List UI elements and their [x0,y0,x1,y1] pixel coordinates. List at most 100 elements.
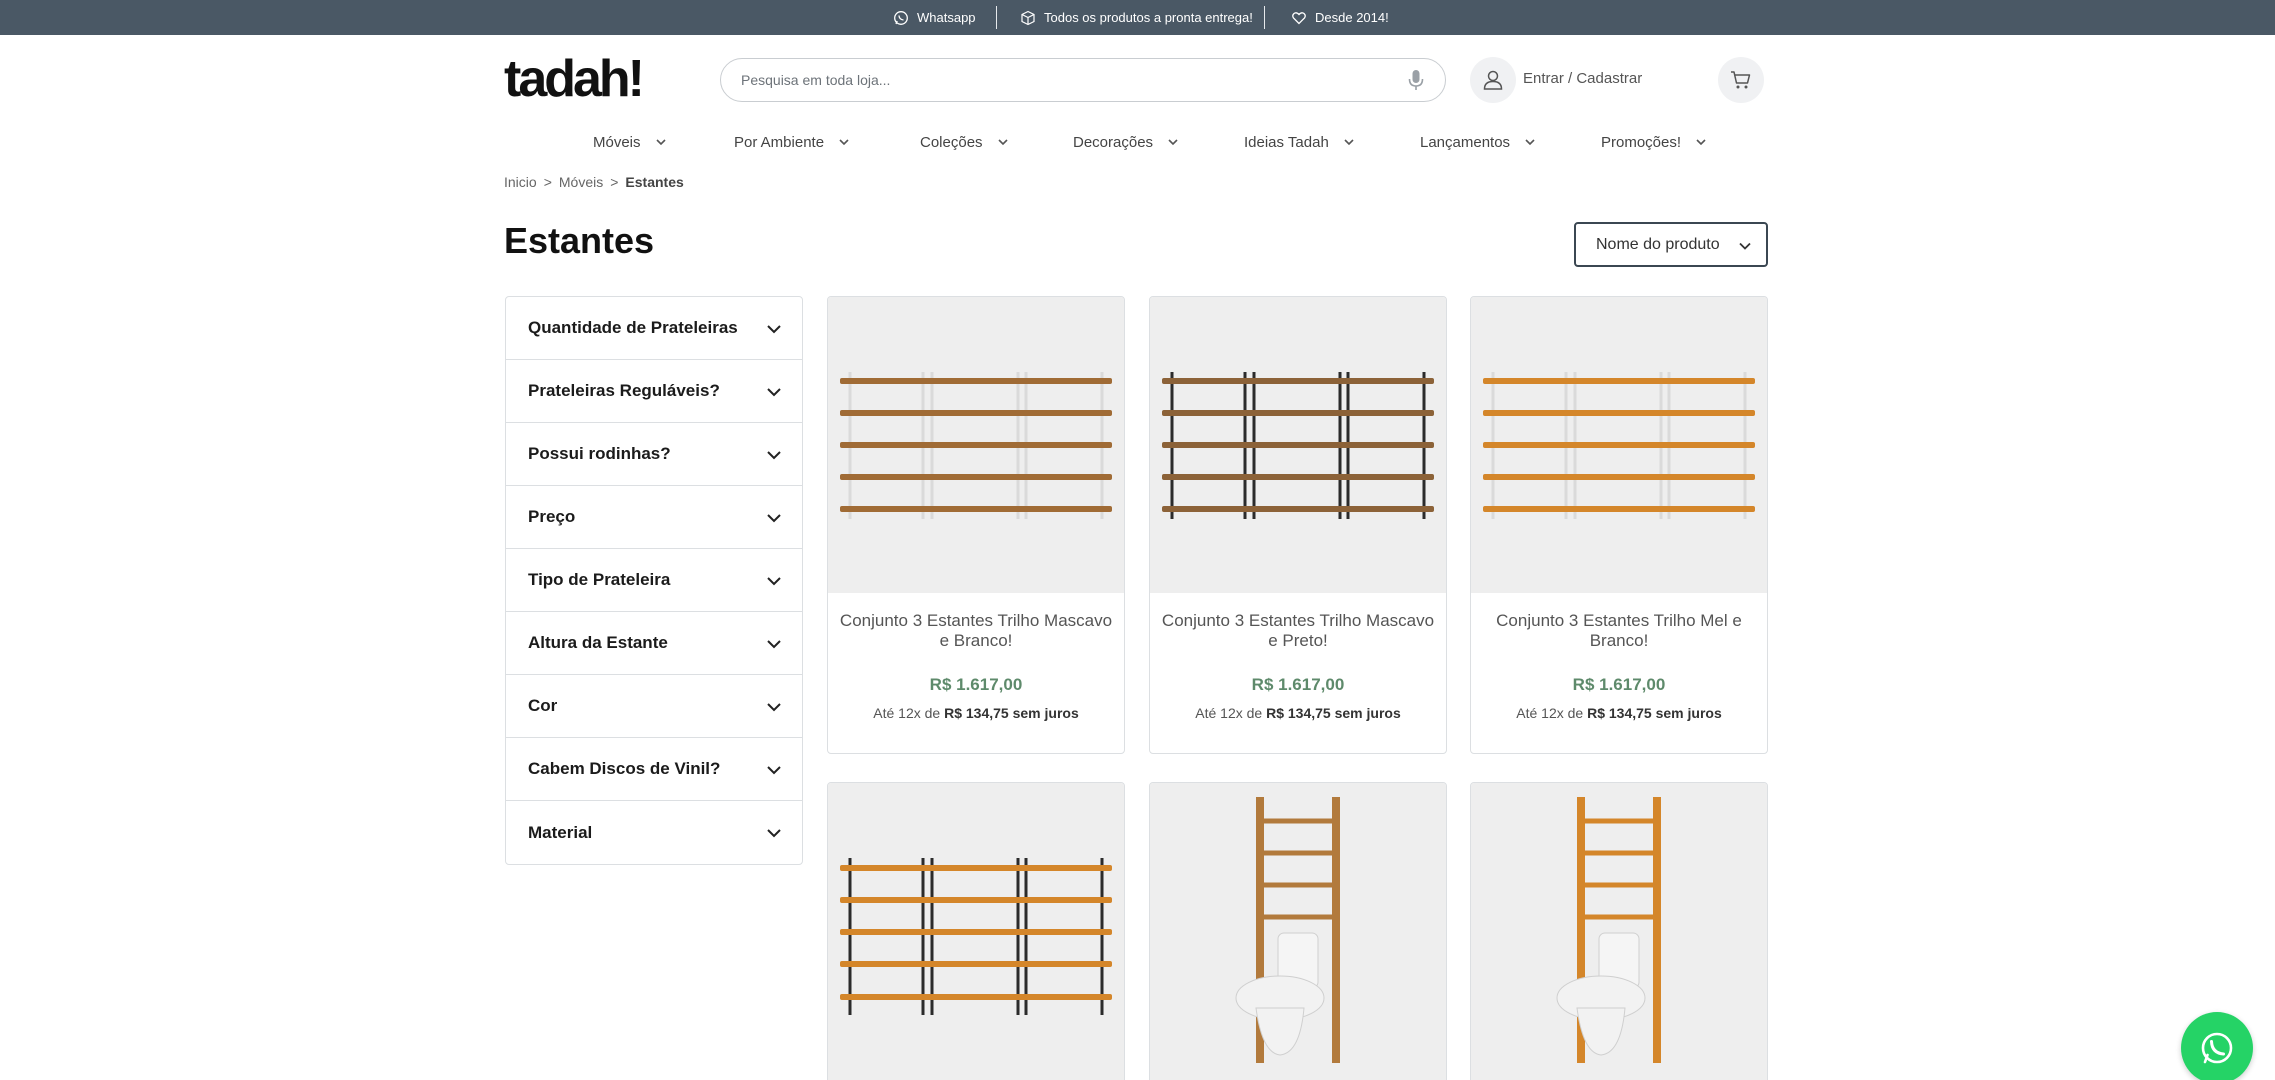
microphone-icon[interactable] [1404,68,1428,92]
nav-moveis-label: Móveis [593,133,641,151]
product-image[interactable] [1150,783,1446,1080]
whatsapp-float-button[interactable] [2181,1012,2253,1080]
topbar-since-info: Desde 2014! [1291,0,1389,35]
search-input[interactable] [741,59,1361,100]
nav-lancamentos-label: Lançamentos [1420,133,1511,151]
breadcrumb-home[interactable]: Inicio [504,174,537,190]
chevron-down-icon [997,139,1008,146]
filter-material[interactable]: Material [506,801,802,864]
filter-label: Cabem Discos de Vinil? [528,759,721,778]
chevron-down-icon [767,577,781,586]
product-image[interactable] [1150,297,1446,593]
nav-decoracoes[interactable]: Decorações [1073,130,1179,154]
filter-label: Tipo de Prateleira [528,570,671,589]
search-bar[interactable] [720,58,1446,102]
product-price: R$ 1.617,00 [929,675,1023,694]
nav-ideias-tadah[interactable]: Ideias Tadah [1244,130,1355,154]
filter-label: Material [528,822,593,842]
heart-icon [1292,11,1306,24]
filter-label: Altura da Estante [528,633,668,652]
sort-selected-value: Nome do produto [1596,235,1720,253]
chevron-down-icon [1168,139,1178,146]
nav-promocoes[interactable]: Promoções! [1601,130,1707,154]
filter-preco[interactable]: Preço [506,486,802,549]
filter-cor[interactable]: Cor [506,675,802,738]
page-title: Estantes [504,220,655,261]
product-price: R$ 1.617,00 [1572,675,1666,694]
topbar-divider [1264,6,1265,29]
topbar-whatsapp-label: Whatsapp [917,10,976,25]
nav-decoracoes-label: Decorações [1073,133,1154,151]
cart-button[interactable] [1718,57,1764,103]
product-name[interactable]: Conjunto 3 Estantes Trilho Mascavo e Bra… [838,611,1114,651]
installment-prefix: Até 12x de [1195,705,1263,721]
chevron-down-icon [767,451,781,460]
chevron-down-icon [767,388,781,397]
whatsapp-icon [2201,1032,2233,1064]
chevron-down-icon [767,514,781,523]
tadah-logo[interactable]: tadah! [504,52,652,107]
top-announcement-bar: Whatsapp Todos os produtos a pronta entr… [0,0,2275,35]
nav-lancamentos[interactable]: Lançamentos [1420,130,1536,154]
account-button[interactable] [1470,57,1516,103]
product-name[interactable]: Conjunto 3 Estantes Trilho Mascavo e Pre… [1160,611,1436,651]
nav-promocoes-label: Promoções! [1601,133,1682,151]
chevron-down-icon [1696,139,1706,146]
topbar-since-label: Desde 2014! [1315,10,1389,25]
breadcrumb: Inicio > Móveis > Estantes [504,174,684,190]
whatsapp-icon [894,10,908,25]
product-price: R$ 1.617,00 [1251,675,1345,694]
product-image[interactable] [1471,297,1767,593]
nav-colecoes[interactable]: Coleções [920,130,1009,154]
topbar-whatsapp[interactable]: Whatsapp [893,0,976,35]
breadcrumb-separator: > [543,174,552,190]
product-image[interactable] [828,783,1124,1080]
product-card[interactable]: Conjunto 3 Estantes Trilho Mascavo e Pre… [1149,296,1447,754]
nav-moveis[interactable]: Móveis [593,130,667,154]
product-card[interactable] [1470,782,1768,1080]
login-register-link[interactable]: Entrar / Cadastrar [1523,70,1642,87]
product-card[interactable] [827,782,1125,1080]
chevron-down-icon [767,829,781,838]
product-name[interactable]: Conjunto 3 Estantes Trilho Mel e Branco! [1481,611,1757,651]
chevron-down-icon [655,139,666,146]
filter-quantidade-prateleiras[interactable]: Quantidade de Prateleiras [506,297,802,360]
breadcrumb-moveis[interactable]: Móveis [559,174,603,190]
breadcrumb-separator: > [610,174,619,190]
product-card[interactable] [1149,782,1447,1080]
product-card[interactable]: Conjunto 3 Estantes Trilho Mascavo e Bra… [827,296,1125,754]
product-card[interactable]: Conjunto 3 Estantes Trilho Mel e Branco!… [1470,296,1768,754]
chevron-down-icon [767,325,781,334]
chevron-down-icon [1525,139,1535,146]
chevron-down-icon [767,703,781,712]
filter-label: Cor [528,696,558,715]
topbar-stock-info: Todos os produtos a pronta entrega! [1020,0,1253,35]
nav-por-ambiente-label: Por Ambiente [734,133,825,151]
nav-ideias-tadah-label: Ideias Tadah [1244,133,1329,151]
box-icon [1021,10,1035,25]
filter-prateleiras-regulaveis[interactable]: Prateleiras Reguláveis? [506,360,802,423]
filter-cabem-discos-vinil[interactable]: Cabem Discos de Vinil? [506,738,802,801]
filter-possui-rodinhas[interactable]: Possui rodinhas? [506,423,802,486]
installment-value: R$ 134,75 sem juros [1587,705,1722,721]
chevron-down-icon [1344,139,1354,146]
topbar-stock-label: Todos os produtos a pronta entrega! [1044,10,1253,25]
product-image[interactable] [1471,783,1767,1080]
filter-label: Preço [528,507,576,526]
installment-prefix: Até 12x de [1516,705,1584,721]
filter-label: Possui rodinhas? [528,444,671,463]
logo-text: tadah! [504,52,642,107]
installment-value: R$ 134,75 sem juros [944,705,1079,721]
sort-select[interactable]: Nome do produto [1574,222,1768,267]
product-image[interactable] [828,297,1124,593]
nav-por-ambiente[interactable]: Por Ambiente [734,130,850,154]
chevron-down-icon [767,766,781,775]
filter-tipo-prateleira[interactable]: Tipo de Prateleira [506,549,802,612]
filter-altura-estante[interactable]: Altura da Estante [506,612,802,675]
nav-colecoes-label: Coleções [920,133,983,151]
topbar-divider [996,6,997,29]
chevron-down-icon [839,139,849,146]
installment-prefix: Até 12x de [873,705,941,721]
breadcrumb-current: Estantes [625,174,684,190]
installment-value: R$ 134,75 sem juros [1266,705,1401,721]
